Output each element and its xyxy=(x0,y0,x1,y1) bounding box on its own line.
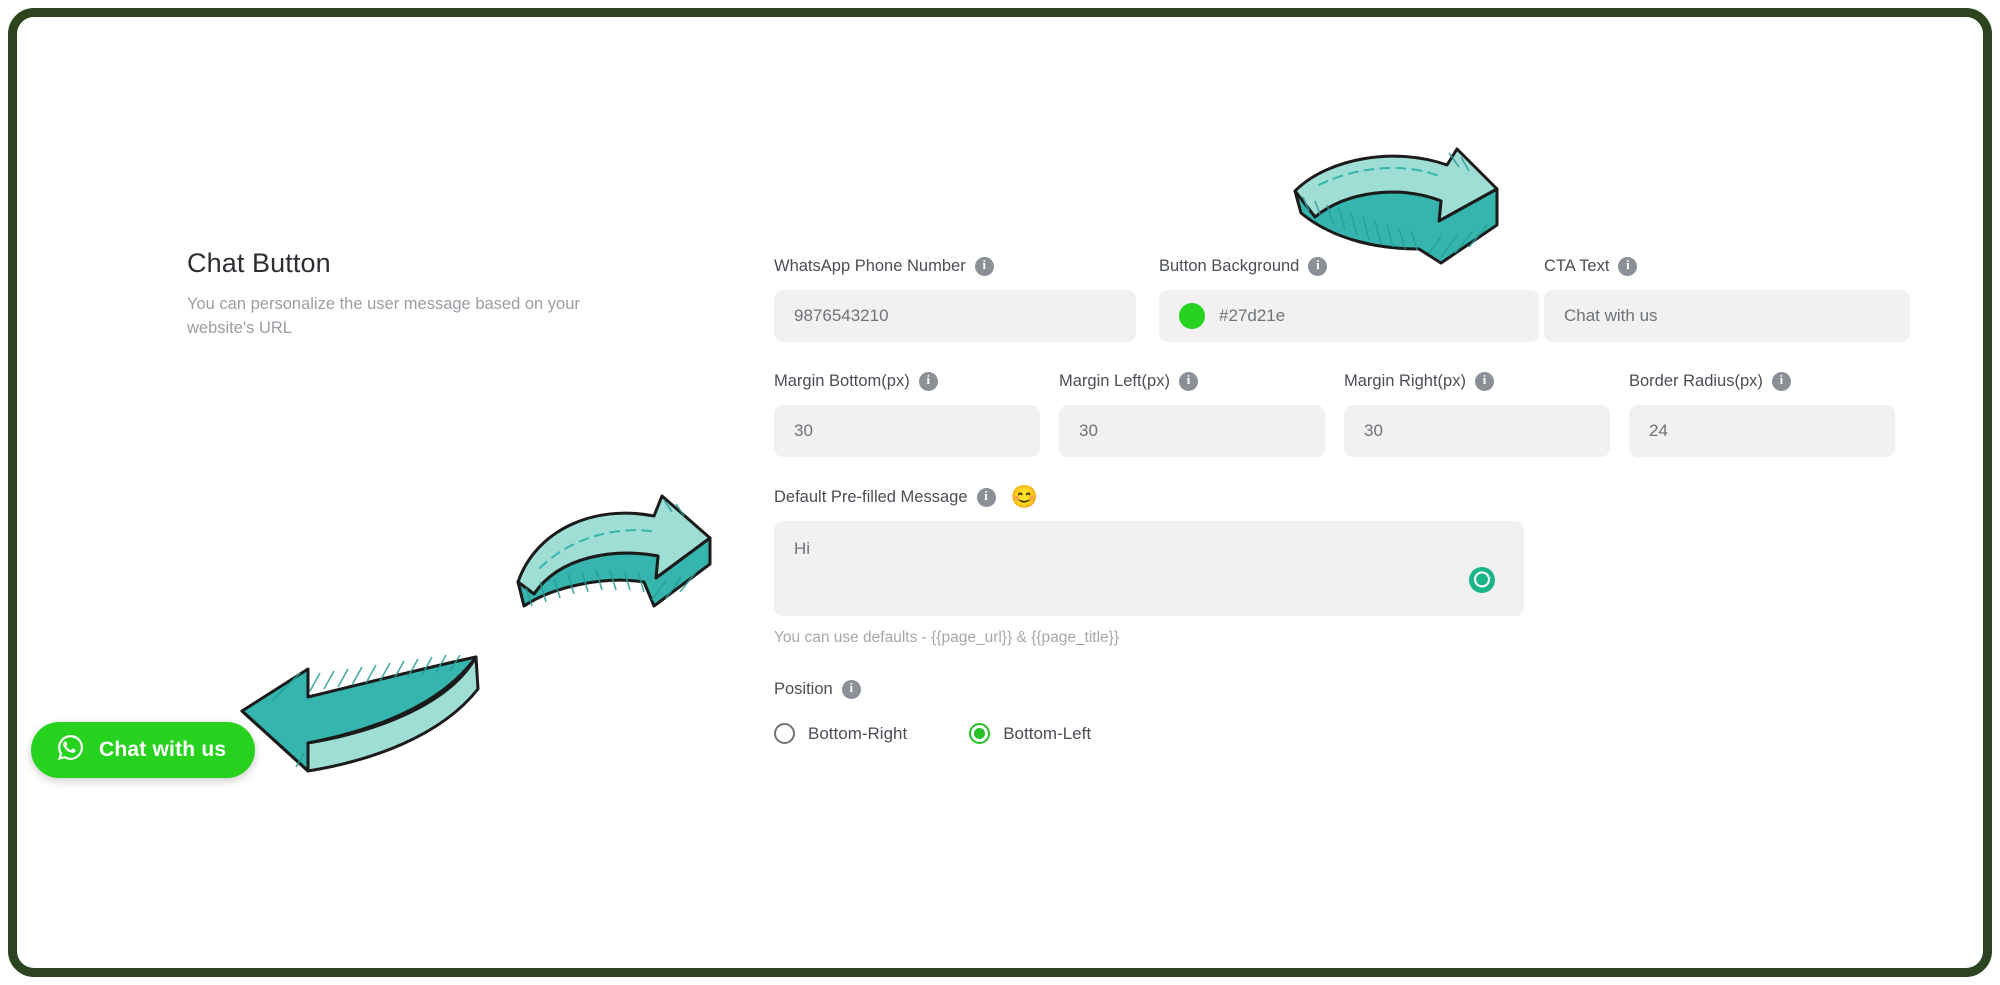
info-icon[interactable]: i xyxy=(1178,371,1198,391)
info-icon[interactable]: i xyxy=(1474,371,1494,391)
radio-dot xyxy=(974,728,986,739)
input-value: #27d21e xyxy=(1219,306,1286,325)
field-default-prefilled-message: Default Pre-filled Message i 😊 Hi You ca… xyxy=(774,485,1914,647)
default-prefilled-message-textarea[interactable]: Hi xyxy=(774,521,1524,616)
cta-text-label-text: CTA Text xyxy=(1544,256,1610,275)
field-button-background: Button Background i #27d21e xyxy=(1159,254,1544,342)
border-radius-input[interactable]: 24 xyxy=(1629,405,1895,457)
field-whatsapp-phone-number: WhatsApp Phone Number i 9876543210 xyxy=(774,254,1159,342)
input-value: 24 xyxy=(1649,421,1668,440)
page-title: Chat Button xyxy=(187,248,331,278)
field-label: Margin Left(px) i xyxy=(1059,369,1344,393)
field-margin-left: Margin Left(px) i 30 xyxy=(1059,369,1344,457)
input-value: 9876543210 xyxy=(794,306,889,325)
info-icon[interactable]: i xyxy=(974,256,994,276)
margin-right-label-text: Margin Right(px) xyxy=(1344,371,1466,390)
field-position: Position i Bottom-Right Bottom-Left xyxy=(774,677,1914,744)
color-swatch[interactable] xyxy=(1179,303,1205,329)
panel-description: Chat Button You can personalize the user… xyxy=(187,247,607,340)
field-label: Default Pre-filled Message i 😊 xyxy=(774,485,1914,509)
cta-text-input[interactable]: Chat with us xyxy=(1544,290,1910,342)
whatsapp-icon xyxy=(55,732,86,768)
textarea-value: Hi xyxy=(794,539,811,558)
field-label: Border Radius(px) i xyxy=(1629,369,1914,393)
margin-bottom-input[interactable]: 30 xyxy=(774,405,1040,457)
prefilled-message-hint: You can use defaults - {{page_url}} & {{… xyxy=(774,629,1120,646)
info-icon[interactable]: i xyxy=(841,679,861,699)
radio-label: Bottom-Left xyxy=(1003,723,1092,743)
refresh-icon[interactable] xyxy=(1468,566,1496,594)
radio-option-bottom-right[interactable]: Bottom-Right xyxy=(774,723,907,744)
chat-button-settings-form: WhatsApp Phone Number i 9876543210 Butto… xyxy=(774,254,1914,744)
radio-option-bottom-left[interactable]: Bottom-Left xyxy=(969,723,1091,744)
margin-left-input[interactable]: 30 xyxy=(1059,405,1325,457)
field-label: WhatsApp Phone Number i xyxy=(774,254,1159,278)
button-background-color-input[interactable]: #27d21e xyxy=(1159,290,1539,342)
whatsapp-chat-button-label: Chat with us xyxy=(99,738,227,761)
input-value: 30 xyxy=(794,421,813,440)
input-value: Chat with us xyxy=(1564,306,1658,325)
field-cta-text: CTA Text i Chat with us xyxy=(1544,254,1914,342)
whatsapp-chat-button-preview[interactable]: Chat with us xyxy=(31,722,256,778)
border-radius-label-text: Border Radius(px) xyxy=(1629,371,1763,390)
margin-bottom-label-text: Margin Bottom(px) xyxy=(774,371,910,390)
margin-right-input[interactable]: 30 xyxy=(1344,405,1610,457)
input-value: 30 xyxy=(1079,421,1098,440)
position-label-text: Position xyxy=(774,679,833,698)
field-label: Margin Bottom(px) i xyxy=(774,369,1059,393)
arrow-pointing-to-prefilled-message xyxy=(516,494,712,608)
info-icon[interactable]: i xyxy=(1618,256,1638,276)
input-value: 30 xyxy=(1364,421,1383,440)
arrow-pointing-to-chat-button xyxy=(240,654,480,773)
margin-left-label-text: Margin Left(px) xyxy=(1059,371,1170,390)
radio-circle-icon[interactable] xyxy=(774,723,795,744)
prefilled-message-label: Default Pre-filled Message i xyxy=(774,485,996,509)
prefilled-message-label-text: Default Pre-filled Message xyxy=(774,487,968,506)
page-subtitle: You can personalize the user message bas… xyxy=(187,295,580,337)
field-border-radius: Border Radius(px) i 24 xyxy=(1629,369,1914,457)
whatsapp-phone-number-input[interactable]: 9876543210 xyxy=(774,290,1136,342)
info-icon[interactable]: i xyxy=(918,371,938,391)
form-row-margins: Margin Bottom(px) i 30 Margin Left(px) i… xyxy=(774,369,1914,457)
form-row-primary: WhatsApp Phone Number i 9876543210 Butto… xyxy=(774,254,1914,342)
button-background-label-text: Button Background xyxy=(1159,256,1300,275)
phone-label-text: WhatsApp Phone Number xyxy=(774,256,966,275)
field-label: Margin Right(px) i xyxy=(1344,369,1629,393)
info-icon[interactable]: i xyxy=(1308,256,1328,276)
arrow-pointing-to-cta-text xyxy=(1293,147,1499,265)
info-icon[interactable]: i xyxy=(976,487,996,507)
radio-circle-selected-icon[interactable] xyxy=(969,723,991,744)
field-label: Button Background i xyxy=(1159,254,1544,278)
field-label: CTA Text i xyxy=(1544,254,1914,278)
position-radio-group: Bottom-Right Bottom-Left xyxy=(774,723,1914,744)
field-margin-bottom: Margin Bottom(px) i 30 xyxy=(774,369,1059,457)
smiling-face-emoji[interactable]: 😊 xyxy=(1011,486,1038,508)
field-margin-right: Margin Right(px) i 30 xyxy=(1344,369,1629,457)
info-icon[interactable]: i xyxy=(1771,371,1791,391)
position-label: Position i xyxy=(774,677,1914,701)
radio-label: Bottom-Right xyxy=(808,723,908,743)
settings-card-frame: Chat Button You can personalize the user… xyxy=(8,8,1992,977)
